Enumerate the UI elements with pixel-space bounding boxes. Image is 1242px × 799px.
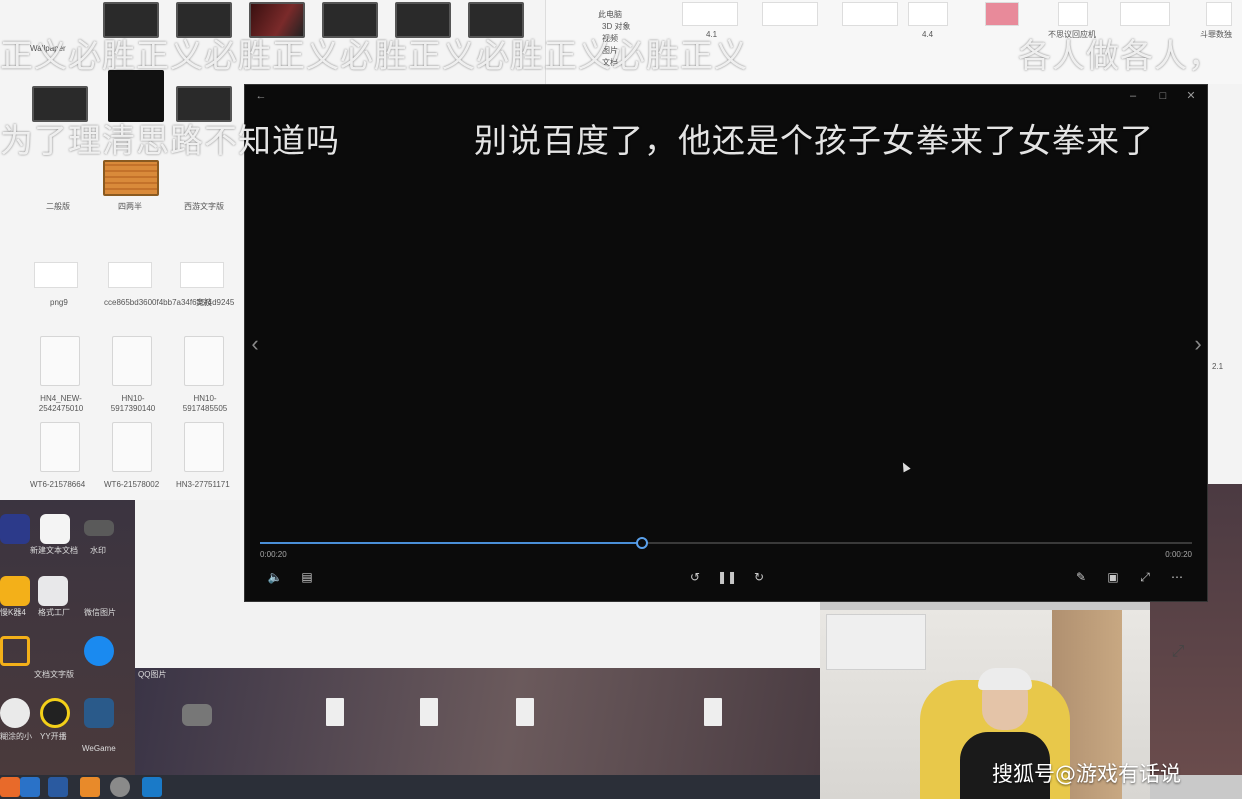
- file-icon[interactable]: [180, 262, 224, 288]
- mouse-cursor-icon: [899, 460, 911, 473]
- danmaku-comment: 为了理清思路不知道吗: [0, 121, 340, 160]
- taskbar-app-icon[interactable]: [20, 777, 40, 797]
- thumbnail-label: 西游文字版: [184, 202, 224, 211]
- desktop-icon-label: YY开播: [40, 732, 67, 741]
- desktop-icon-label: WeGame: [82, 744, 116, 753]
- close-icon[interactable]: ✕: [1183, 88, 1199, 104]
- document-thumbnail[interactable]: [1206, 2, 1232, 26]
- total-time: 0:00:20: [1165, 550, 1192, 559]
- document-thumbnail[interactable]: [682, 2, 738, 26]
- file-label: HN10-5917390140: [110, 394, 156, 413]
- file-icon[interactable]: [34, 262, 78, 288]
- danmaku-comment: 各人做各人，: [1018, 36, 1222, 75]
- mini-view-icon[interactable]: ▣: [1103, 568, 1123, 586]
- file-icon[interactable]: [108, 262, 152, 288]
- desktop-icon-label: 新建文本文档: [30, 546, 78, 555]
- file-icon[interactable]: [184, 336, 224, 386]
- back-icon[interactable]: ←: [253, 88, 269, 104]
- background-shelf: [826, 614, 926, 670]
- file-icon[interactable]: [182, 704, 212, 726]
- volume-icon[interactable]: 🔈: [265, 568, 285, 586]
- file-label: 竞技: [196, 298, 212, 307]
- desktop-icon-label: 格式工厂: [38, 608, 70, 617]
- watermark: 搜狐号@游戏有话说: [992, 762, 1181, 786]
- desktop-icon-label: 慢K器4: [0, 608, 26, 617]
- taskbar-app-icon[interactable]: [48, 777, 68, 797]
- chevron-left-icon[interactable]: ‹: [248, 333, 262, 355]
- desktop-icon-label: 糊涂的小: [0, 732, 32, 741]
- fullscreen-icon[interactable]: ⤢: [1135, 568, 1155, 586]
- document-icon[interactable]: [420, 698, 438, 726]
- file-label: 2.1: [1212, 362, 1224, 371]
- skip-forward-icon[interactable]: ↻: [749, 568, 769, 586]
- seek-progress: [260, 542, 643, 544]
- document-icon[interactable]: [516, 698, 534, 726]
- file-label: HN10-5917485505: [182, 394, 228, 413]
- document-thumbnail[interactable]: [908, 2, 948, 26]
- document-icon[interactable]: [704, 698, 722, 726]
- yy-app-icon[interactable]: [40, 698, 70, 728]
- format-factory-icon[interactable]: [38, 576, 68, 606]
- file-explorer-right-strip: [1208, 84, 1242, 484]
- desktop-icon-label: QQ图片: [138, 670, 167, 679]
- file-icon[interactable]: [112, 422, 152, 472]
- file-icon[interactable]: [112, 336, 152, 386]
- expand-icon[interactable]: ⤢: [1166, 640, 1190, 664]
- desktop-icon-label: 文档文字版: [34, 670, 74, 679]
- danmaku-comment: 别说百度了，他还是个孩子女拳来了女拳来了: [474, 121, 1154, 160]
- maximize-icon[interactable]: □: [1155, 88, 1171, 104]
- file-icon[interactable]: [84, 520, 114, 536]
- taskbar-app-icon[interactable]: [110, 777, 130, 797]
- file-label: WT6-21578002: [104, 480, 160, 489]
- streamer-cap: [978, 668, 1032, 690]
- file-label: png9: [50, 298, 68, 307]
- text-file-icon[interactable]: [40, 514, 70, 544]
- seek-handle[interactable]: [636, 537, 649, 549]
- file-label: HN4_NEW-2542475010: [38, 394, 84, 413]
- document-thumbnail[interactable]: [842, 2, 898, 26]
- thumbnail-label: 四两半: [118, 202, 142, 211]
- document-thumbnail[interactable]: [1058, 2, 1088, 26]
- wegame-icon[interactable]: [84, 698, 114, 728]
- seek-bar[interactable]: [260, 537, 1192, 549]
- edit-icon[interactable]: ✎: [1071, 568, 1091, 586]
- desktop-icon-label: 微信图片: [84, 608, 116, 617]
- video-thumbnail[interactable]: [103, 160, 159, 196]
- document-thumbnail[interactable]: [762, 2, 818, 26]
- app-icon[interactable]: [0, 636, 30, 666]
- chevron-right-icon[interactable]: ›: [1191, 333, 1205, 355]
- file-label: 4.4: [922, 30, 934, 39]
- current-time: 0:00:20: [260, 550, 287, 559]
- file-icon[interactable]: [184, 422, 224, 472]
- file-label: HN3-27751171: [176, 480, 230, 489]
- file-icon[interactable]: [40, 422, 80, 472]
- player-titlebar: ← – □ ✕: [245, 85, 1207, 107]
- app-icon[interactable]: [0, 576, 30, 606]
- taskbar-app-icon[interactable]: [142, 777, 162, 797]
- taskbar-app-icon[interactable]: [0, 777, 20, 797]
- panda-app-icon[interactable]: [0, 698, 30, 728]
- thumbnail-label: 二般版: [46, 202, 70, 211]
- file-icon[interactable]: [40, 336, 80, 386]
- document-icon[interactable]: [326, 698, 344, 726]
- document-thumbnail[interactable]: [985, 2, 1019, 26]
- file-label: cce865bd3600f4bb7a34f635f4d9245: [104, 298, 234, 308]
- file-label: WT6-21578664: [30, 480, 86, 489]
- pause-icon[interactable]: ❚❚: [717, 568, 737, 586]
- subtitles-icon[interactable]: ▤: [297, 568, 317, 586]
- skip-back-icon[interactable]: ↺: [685, 568, 705, 586]
- minimize-icon[interactable]: –: [1125, 88, 1141, 104]
- app-icon[interactable]: [84, 636, 114, 666]
- danmaku-comment: 正义必胜正义必胜正义必胜正义必胜正义必胜正义: [0, 36, 748, 75]
- taskbar-app-icon[interactable]: [80, 777, 100, 797]
- more-options-icon[interactable]: ⋯: [1167, 568, 1187, 586]
- app-icon[interactable]: [0, 514, 30, 544]
- document-thumbnail[interactable]: [1120, 2, 1170, 26]
- nav-tree-item[interactable]: 此电脑: [598, 10, 622, 20]
- desktop-icon-label: 水印: [90, 546, 106, 555]
